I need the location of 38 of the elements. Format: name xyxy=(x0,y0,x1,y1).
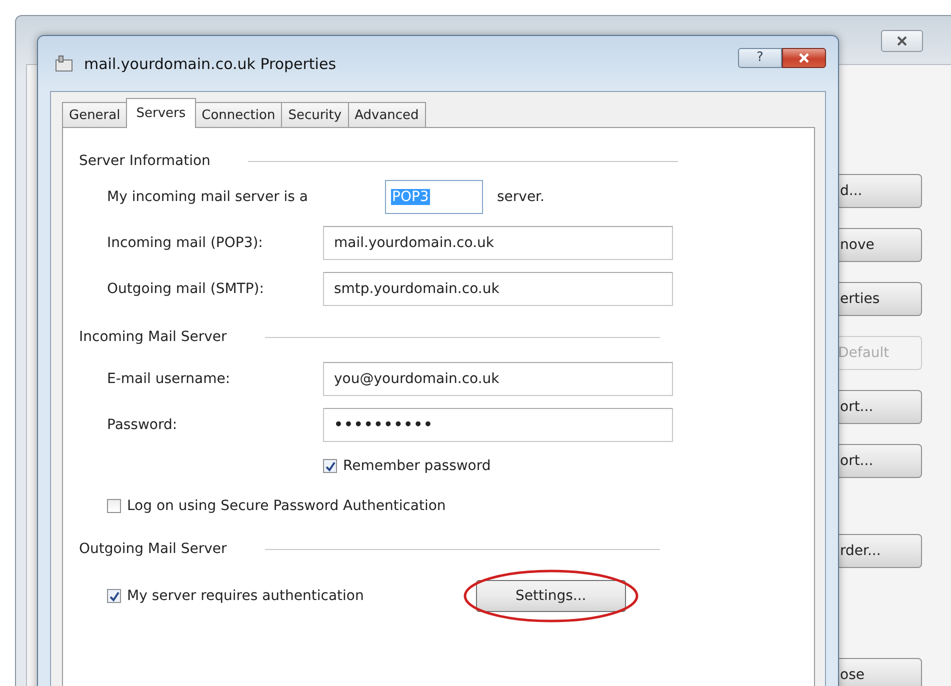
field-label: My incoming mail server is a xyxy=(107,189,310,205)
checkbox-label: Log on using Secure Password Authentication xyxy=(127,498,446,514)
input-field[interactable]: mail.yourdomain.co.uk xyxy=(323,226,673,260)
dialog-button[interactable]: nove xyxy=(836,228,922,262)
section-heading: Outgoing Mail Server xyxy=(79,541,227,557)
field-label: server. xyxy=(497,189,544,205)
tab[interactable]: General xyxy=(62,102,128,127)
checkbox[interactable] xyxy=(323,459,337,473)
field-label: Outgoing mail (SMTP): xyxy=(107,281,265,297)
dialog-button[interactable]: rder... xyxy=(836,534,922,568)
dialog-button[interactable]: erties xyxy=(836,282,922,316)
field-label: E-mail username: xyxy=(107,371,232,387)
tab[interactable]: Servers xyxy=(126,98,196,128)
help-button[interactable]: ? xyxy=(738,48,782,68)
dialog-button[interactable]: ose xyxy=(836,658,922,686)
tab[interactable]: Advanced xyxy=(348,102,426,127)
input-field[interactable]: •••••••••• xyxy=(323,408,673,442)
section-heading: Incoming Mail Server xyxy=(79,329,227,345)
field-label: Password: xyxy=(107,417,178,433)
input-field[interactable]: smtp.yourdomain.co.uk xyxy=(323,272,673,306)
dialog-button[interactable]: ort... xyxy=(836,390,922,424)
checkbox[interactable] xyxy=(107,499,121,513)
close-button[interactable] xyxy=(881,30,923,52)
checkbox-label: My server requires authentication xyxy=(127,588,364,604)
dialog-button[interactable]: d... xyxy=(836,174,922,208)
field-label: Incoming mail (POP3): xyxy=(107,235,264,251)
tab[interactable]: Connection xyxy=(194,102,282,127)
checkbox-label: Remember password xyxy=(343,458,491,474)
window-title: mail.yourdomain.co.uk Properties xyxy=(84,54,336,72)
section-heading: Server Information xyxy=(79,153,210,169)
close-icon xyxy=(798,52,810,62)
input-field[interactable]: you@yourdomain.co.uk xyxy=(323,362,673,396)
close-icon xyxy=(895,36,909,46)
settings-button[interactable]: Settings... xyxy=(476,580,626,612)
checkbox[interactable] xyxy=(107,589,121,603)
tab[interactable]: Security xyxy=(281,102,349,127)
close-button[interactable] xyxy=(782,48,826,68)
dialog-button[interactable]: ort... xyxy=(836,444,922,478)
